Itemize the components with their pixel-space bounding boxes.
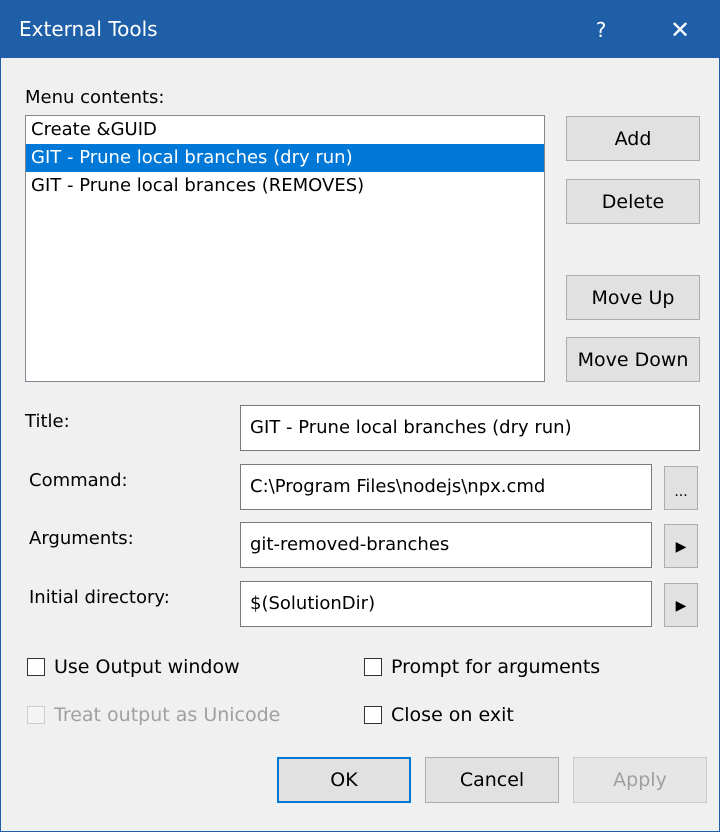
title-input[interactable]: GIT - Prune local branches (dry run) bbox=[240, 405, 700, 451]
use-output-window-label: Use Output window bbox=[54, 656, 240, 678]
title-label: Title: bbox=[25, 411, 70, 432]
arguments-label: Arguments: bbox=[29, 528, 134, 549]
use-output-window-option[interactable]: Use Output window bbox=[27, 656, 327, 682]
menu-contents-list[interactable]: Create &GUID GIT - Prune local branches … bbox=[25, 115, 545, 382]
list-item[interactable]: GIT - Prune local branches (dry run) bbox=[26, 144, 544, 172]
cancel-button[interactable]: Cancel bbox=[425, 757, 559, 803]
external-tools-dialog: External Tools ? ✕ Menu contents: Create… bbox=[0, 0, 720, 832]
delete-button[interactable]: Delete bbox=[566, 179, 700, 224]
treat-output-as-unicode-option: Treat output as Unicode bbox=[27, 704, 327, 730]
menu-contents-label: Menu contents: bbox=[25, 87, 165, 108]
prompt-for-arguments-option[interactable]: Prompt for arguments bbox=[364, 656, 684, 682]
close-on-exit-label: Close on exit bbox=[391, 704, 514, 726]
arguments-input[interactable]: git-removed-branches bbox=[240, 522, 652, 568]
window-title: External Tools bbox=[19, 17, 158, 41]
arguments-menu-button[interactable]: ▶ bbox=[664, 524, 698, 568]
arrow-right-icon: ▶ bbox=[675, 539, 687, 555]
help-button[interactable]: ? bbox=[579, 9, 623, 51]
command-label: Command: bbox=[29, 470, 128, 491]
browse-command-button[interactable]: ... bbox=[664, 466, 698, 510]
initial-directory-label: Initial directory: bbox=[29, 587, 170, 608]
use-output-window-checkbox[interactable] bbox=[27, 658, 45, 676]
ok-button[interactable]: OK bbox=[277, 757, 411, 803]
arrow-right-icon: ▶ bbox=[675, 598, 687, 614]
move-up-button[interactable]: Move Up bbox=[566, 275, 700, 320]
treat-output-as-unicode-checkbox bbox=[27, 706, 45, 724]
treat-output-as-unicode-label: Treat output as Unicode bbox=[54, 704, 281, 726]
add-button[interactable]: Add bbox=[566, 116, 700, 161]
move-down-button[interactable]: Move Down bbox=[566, 337, 700, 382]
close-on-exit-option[interactable]: Close on exit bbox=[364, 704, 684, 730]
prompt-for-arguments-label: Prompt for arguments bbox=[391, 656, 601, 678]
ellipsis-icon: ... bbox=[674, 484, 688, 500]
apply-button: Apply bbox=[573, 757, 707, 803]
close-button[interactable]: ✕ bbox=[655, 9, 705, 51]
close-icon: ✕ bbox=[669, 16, 691, 44]
prompt-for-arguments-checkbox[interactable] bbox=[364, 658, 382, 676]
question-mark-icon: ? bbox=[595, 18, 607, 42]
initial-directory-menu-button[interactable]: ▶ bbox=[664, 583, 698, 627]
title-bar[interactable]: External Tools ? ✕ bbox=[1, 1, 719, 58]
list-item[interactable]: Create &GUID bbox=[26, 116, 544, 144]
close-on-exit-checkbox[interactable] bbox=[364, 706, 382, 724]
initial-directory-input[interactable]: $(SolutionDir) bbox=[240, 581, 652, 627]
command-input[interactable]: C:\Program Files\nodejs\npx.cmd bbox=[240, 464, 652, 510]
list-item[interactable]: GIT - Prune local brances (REMOVES) bbox=[26, 172, 544, 200]
